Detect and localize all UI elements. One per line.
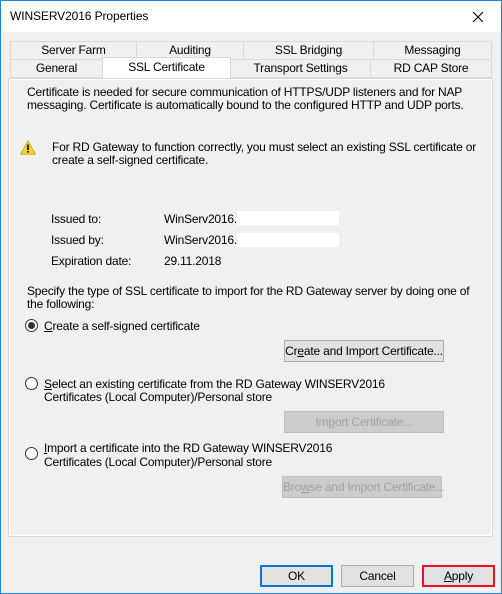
radio-select-existing[interactable] — [25, 377, 38, 390]
create-and-import-certificate-button[interactable]: Create and Import Certificate... — [284, 340, 444, 362]
btn-text: Im — [315, 415, 329, 429]
issued-by-text: WinServ2016. — [164, 233, 237, 247]
tab-label: Server Farm — [41, 43, 106, 57]
tab-ssl-certificate[interactable]: SSL Certificate — [102, 57, 231, 78]
label-text: reate a self-signed certificate — [52, 319, 200, 333]
ok-button[interactable]: OK — [260, 565, 333, 587]
tab-rd-cap-store[interactable]: RD CAP Store — [370, 59, 492, 78]
issued-by-value: WinServ2016. — [164, 233, 339, 247]
radio-select-existing-label-line2: Certificates (Local Computer)/Personal s… — [44, 390, 272, 404]
expiration-value: 29.11.2018 — [164, 254, 222, 268]
intro-text-line2: messaging. Certificate is automatically … — [27, 98, 464, 112]
specify-text-line2: the following: — [27, 297, 95, 311]
mnemonic: A — [443, 569, 452, 583]
tab-label: General — [35, 61, 78, 75]
tab-label: Auditing — [169, 43, 211, 57]
radio-self-signed-label[interactable]: Create a self-signed certificate — [44, 320, 200, 333]
radio-import-certificate-label[interactable]: Import a certificate into the RD Gateway… — [44, 442, 332, 455]
btn-text: pply — [451, 569, 474, 583]
browse-and-import-certificate-button[interactable]: Browse and Import Certificate... — [282, 476, 445, 498]
mnemonic: S — [44, 377, 52, 391]
btn-text: se and Import Certificate... — [309, 480, 445, 494]
title-bar: WINSERV2016 Properties — [1, 1, 501, 32]
properties-dialog: WINSERV2016 Properties Server Farm Audit… — [0, 0, 502, 594]
apply-button[interactable]: Apply — [422, 565, 495, 587]
issued-by-label: Issued by: — [51, 233, 104, 247]
tab-ssl-bridging[interactable]: SSL Bridging — [243, 41, 374, 60]
redacted-mask — [236, 233, 339, 247]
radio-import-certificate-label-line2: Certificates (Local Computer)/Personal s… — [44, 455, 272, 469]
window-title: WINSERV2016 Properties — [10, 9, 149, 23]
tab-label: Transport Settings — [253, 61, 348, 75]
issued-to-text: WinServ2016. — [164, 212, 237, 226]
import-certificate-button[interactable]: Import Certificate... — [284, 411, 444, 433]
tab-general[interactable]: General — [10, 59, 103, 78]
tab-transport-settings[interactable]: Transport Settings — [230, 59, 371, 78]
tab-label: SSL Certificate — [128, 60, 205, 74]
tab-messaging[interactable]: Messaging — [373, 41, 492, 60]
tab-label: RD CAP Store — [393, 61, 469, 75]
tab-row-front: General SSL Certificate Transport Settin… — [1, 57, 502, 78]
warning-text-line2: create a self-signed certificate. — [52, 153, 209, 167]
btn-text: Cr — [285, 344, 298, 358]
issued-to-label: Issued to: — [51, 212, 102, 226]
mnemonic: w — [301, 480, 310, 494]
tab-row-back: Server Farm Auditing SSL Bridging Messag… — [1, 41, 502, 60]
btn-text: ort Certificate... — [334, 415, 413, 429]
btn-text: ate and Import Certificate... — [303, 344, 443, 358]
btn-text: Bro — [283, 480, 302, 494]
redacted-mask — [236, 211, 339, 225]
close-icon — [472, 11, 484, 22]
radio-self-signed[interactable] — [25, 319, 38, 332]
tab-label: SSL Bridging — [274, 43, 343, 57]
label-text: elect an existing certificate from the R… — [51, 377, 385, 391]
cancel-button[interactable]: Cancel — [341, 565, 414, 587]
radio-import-certificate[interactable] — [25, 447, 38, 460]
close-button[interactable] — [455, 1, 501, 32]
warning-icon — [20, 140, 36, 155]
expiration-label: Expiration date: — [51, 254, 132, 268]
tab-label: Messaging — [404, 43, 461, 57]
label-text: mport a certificate into the RD Gateway … — [47, 441, 333, 455]
issued-to-value: WinServ2016. — [164, 211, 339, 226]
